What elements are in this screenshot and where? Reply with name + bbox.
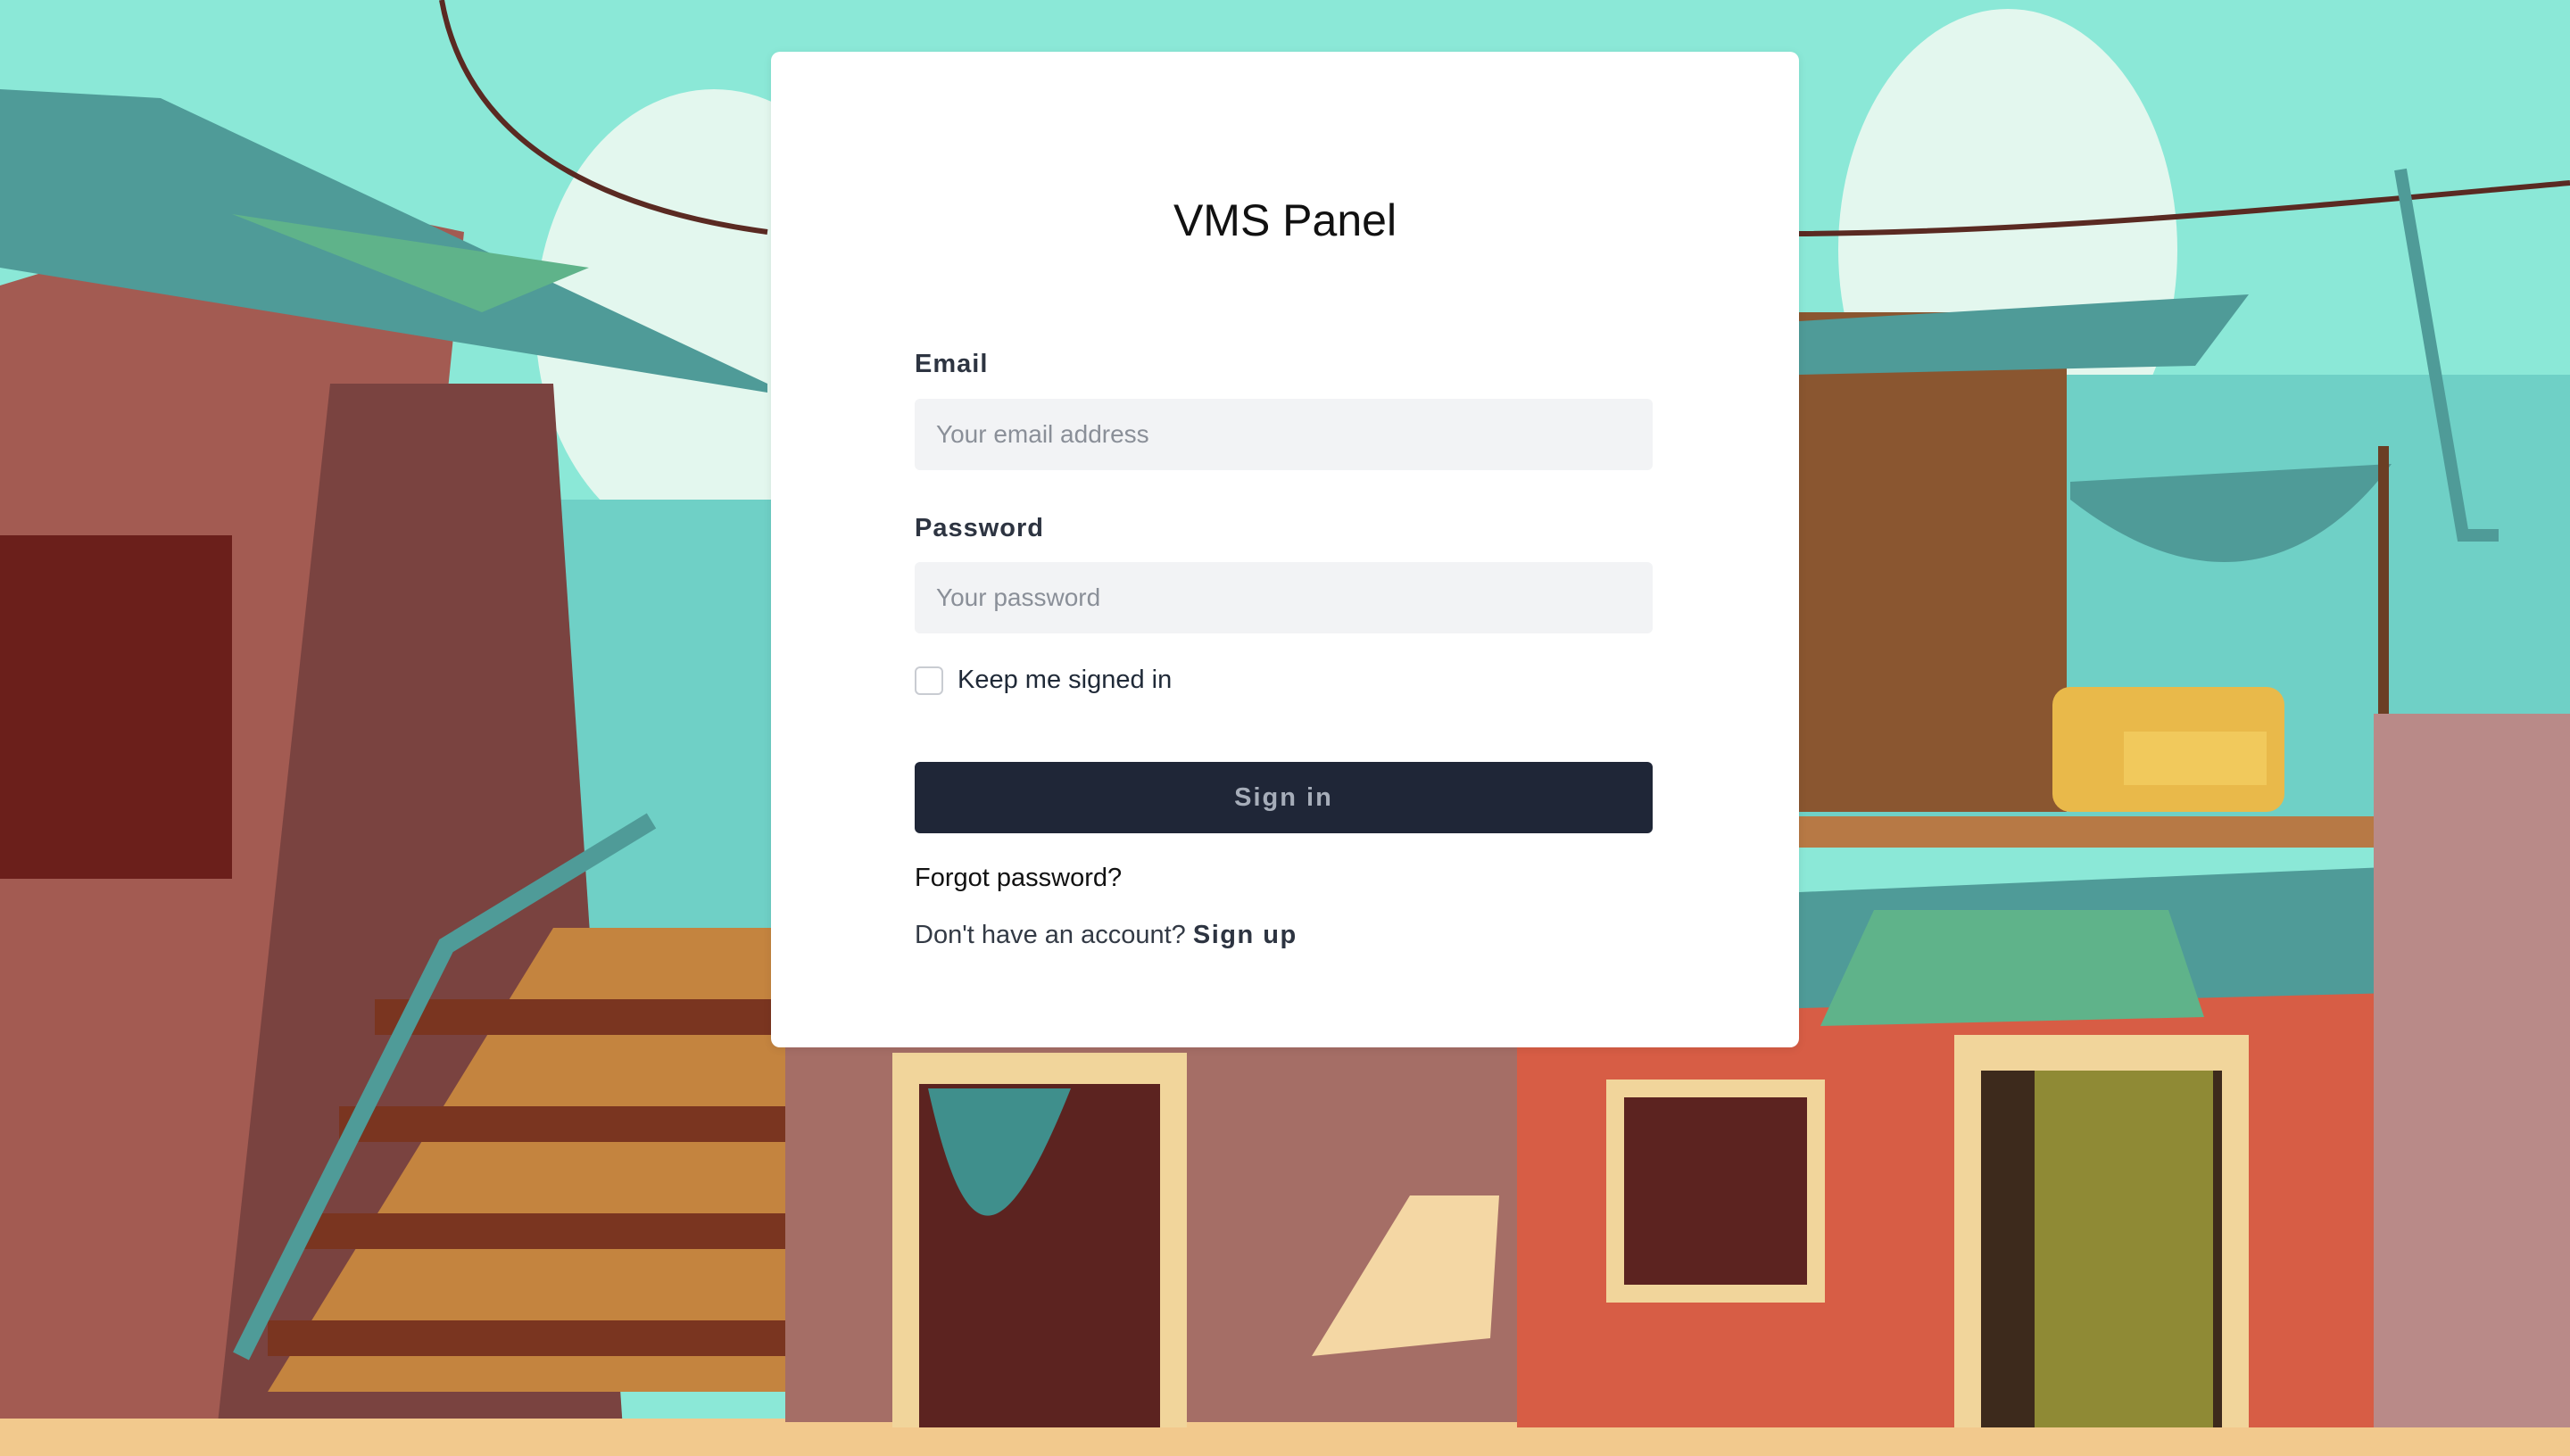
remember-me-label: Keep me signed in: [958, 666, 1173, 694]
login-card: VMS Panel Email Password Keep me signed …: [771, 52, 1799, 1047]
sign-in-button[interactable]: Sign in: [915, 762, 1653, 833]
forgot-password-link[interactable]: Forgot password?: [915, 864, 1122, 893]
password-label: Password: [915, 514, 1044, 542]
email-input[interactable]: [915, 399, 1653, 470]
signup-prompt: Don't have an account? Sign up: [915, 921, 1297, 950]
checkbox-icon[interactable]: [915, 666, 943, 695]
password-input[interactable]: [915, 562, 1653, 633]
remember-me-row[interactable]: Keep me signed in: [915, 666, 1172, 695]
email-label: Email: [915, 350, 989, 378]
no-account-text: Don't have an account?: [915, 921, 1193, 949]
sign-up-link[interactable]: Sign up: [1193, 921, 1297, 949]
page-title: VMS Panel: [1173, 195, 1397, 245]
